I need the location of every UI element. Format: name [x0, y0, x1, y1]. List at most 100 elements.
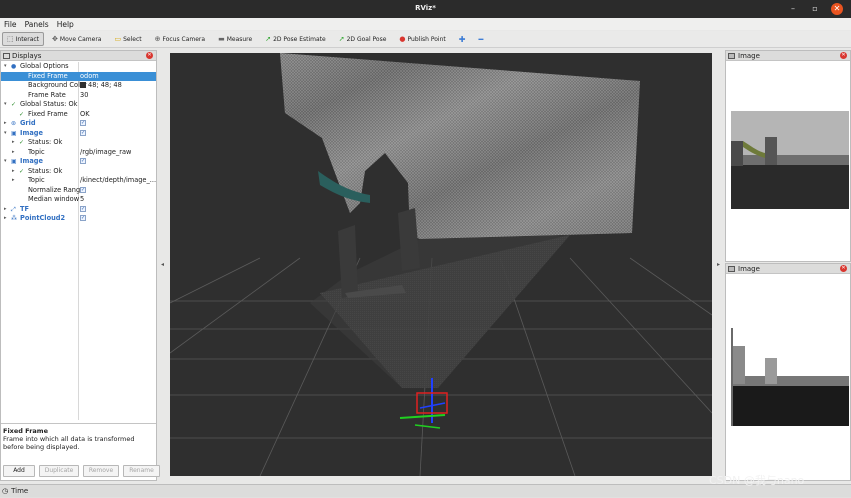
tree-row[interactable]: Background Color 48; 48; 48: [1, 81, 156, 91]
property-name: Image: [20, 157, 43, 165]
image-panel-title: Image: [738, 264, 760, 273]
checkbox[interactable]: ✓: [80, 205, 86, 212]
3d-scene[interactable]: [170, 53, 712, 476]
expand-down-icon[interactable]: ▾: [4, 100, 7, 110]
menu-bar: File Panels Help: [0, 18, 851, 30]
tree-row[interactable]: ▸ ✓ Status: Ok: [1, 138, 156, 148]
remove-tool-icon[interactable]: ━: [473, 32, 488, 46]
property-name: Background Color: [28, 81, 87, 89]
property-name: Global Status: Ok: [20, 100, 78, 108]
displays-tree: ▾ ● Global Options Fixed Frame odom Backgroun…: [1, 62, 156, 420]
status-ok-icon: ✓: [11, 101, 17, 108]
property-value[interactable]: ✓: [80, 119, 86, 129]
rename-button[interactable]: Rename: [123, 465, 160, 477]
description-title: Fixed Frame: [3, 427, 48, 435]
menu-file[interactable]: File: [4, 20, 17, 29]
property-value[interactable]: 5: [80, 195, 84, 205]
property-value[interactable]: 48; 48; 48: [80, 81, 122, 91]
collapse-left-icon[interactable]: ◂: [161, 261, 164, 268]
tree-row[interactable]: ▾ ● Global Options: [1, 62, 156, 72]
duplicate-button[interactable]: Duplicate: [39, 465, 79, 477]
tree-row[interactable]: ▾ ✓ Global Status: Ok: [1, 100, 156, 110]
tree-row[interactable]: ✓ Fixed Frame OK: [1, 110, 156, 120]
tool-label: Select: [123, 35, 142, 43]
tree-row[interactable]: ▸ ⁂ PointCloud2 ✓: [1, 214, 156, 224]
display-type-icon: ▣: [11, 158, 17, 165]
tool-interact[interactable]: ⬚ Interact: [2, 32, 45, 46]
property-name: Grid: [20, 119, 36, 127]
expand-right-icon[interactable]: ▸: [12, 148, 15, 158]
expand-right-icon[interactable]: ▸: [4, 119, 7, 129]
close-icon[interactable]: ✕: [831, 3, 843, 15]
property-name: Normalize Range: [28, 185, 85, 194]
checkbox[interactable]: ✓: [80, 186, 86, 193]
property-value[interactable]: ✓: [80, 205, 86, 215]
checkbox[interactable]: ✓: [80, 215, 86, 221]
tree-row[interactable]: ▸ Topic/rgb/image_raw: [1, 148, 156, 158]
checkbox[interactable]: ✓: [80, 129, 86, 136]
expand-down-icon[interactable]: ▾: [4, 62, 7, 72]
pose-estimate-icon: ➚: [265, 34, 272, 43]
collapse-right-icon[interactable]: ▸: [717, 261, 720, 268]
tree-row[interactable]: Normalize Range ✓: [1, 186, 156, 196]
property-description: Fixed Frame Frame into which all data is…: [1, 423, 156, 463]
property-name: Fixed Frame: [28, 109, 68, 118]
expand-right-icon[interactable]: ▸: [12, 167, 15, 177]
expand-right-icon[interactable]: ▸: [12, 138, 15, 148]
property-value[interactable]: ✓: [80, 186, 86, 196]
tree-row[interactable]: ▾ ▣ Image ✓: [1, 157, 156, 167]
menu-help[interactable]: Help: [57, 20, 74, 29]
display-type-icon: ⁂: [11, 215, 17, 222]
focus-camera-icon: ⊕: [154, 34, 161, 43]
checkbox[interactable]: ✓: [80, 158, 86, 164]
expand-right-icon[interactable]: ▸: [12, 176, 15, 186]
tool-publish-point[interactable]: ● Publish Point: [394, 32, 450, 46]
property-value[interactable]: OK: [80, 110, 90, 120]
remove-button[interactable]: Remove: [83, 465, 119, 477]
tree-row[interactable]: ▸ ✓ Status: Ok: [1, 167, 156, 177]
tree-row[interactable]: ▸ ⤢ TF ✓: [1, 205, 156, 215]
tool-pose-estimate[interactable]: ➚ 2D Pose Estimate: [260, 32, 331, 46]
tool-measure[interactable]: ▬ Measure: [213, 32, 257, 46]
property-value[interactable]: ✓: [80, 129, 86, 139]
property-value[interactable]: odom: [80, 72, 99, 82]
panel-close-icon[interactable]: ✕: [840, 52, 847, 59]
tool-focus-camera[interactable]: ⊕ Focus Camera: [150, 32, 210, 46]
expand-down-icon[interactable]: ▾: [4, 129, 7, 139]
maximize-icon[interactable]: ▫: [809, 3, 821, 15]
tool-move-camera[interactable]: ✥ Move Camera: [47, 32, 106, 46]
panel-close-icon[interactable]: ✕: [146, 52, 153, 59]
property-value-text: /rgb/image_raw: [80, 147, 132, 156]
display-type-icon: ●: [11, 63, 17, 70]
expand-down-icon[interactable]: ▾: [4, 157, 7, 167]
checkbox[interactable]: ✓: [80, 120, 86, 126]
color-swatch[interactable]: [80, 82, 86, 88]
property-value[interactable]: /kinect/depth/image_...: [80, 176, 156, 186]
property-value[interactable]: ✓: [80, 157, 86, 167]
render-view[interactable]: [170, 53, 712, 476]
clock-icon: ◷: [2, 487, 9, 495]
tree-row[interactable]: ▸ ⊛ Grid ✓: [1, 119, 156, 129]
tree-row[interactable]: Frame Rate 30: [1, 91, 156, 101]
tree-row[interactable]: ▾ ▣ Image ✓: [1, 129, 156, 139]
add-button[interactable]: Add: [3, 465, 35, 477]
tool-goal-pose[interactable]: ➚ 2D Goal Pose: [334, 32, 392, 46]
property-name: Fixed Frame: [28, 71, 68, 80]
expand-right-icon[interactable]: ▸: [4, 205, 7, 215]
property-name: Status: Ok: [28, 138, 63, 146]
expand-right-icon[interactable]: ▸: [4, 214, 7, 224]
tree-row[interactable]: ▸ Topic/kinect/depth/image_...: [1, 176, 156, 186]
minimize-icon[interactable]: –: [787, 3, 799, 15]
property-value[interactable]: /rgb/image_raw: [80, 148, 131, 158]
panel-close-icon[interactable]: ✕: [840, 265, 847, 272]
menu-panels[interactable]: Panels: [25, 20, 49, 29]
property-value[interactable]: 30: [80, 91, 88, 101]
tool-select[interactable]: ▭ Select: [109, 32, 146, 46]
add-tool-icon[interactable]: ✚: [454, 32, 471, 46]
tree-row[interactable]: Median window 5: [1, 195, 156, 205]
publish-point-icon: ●: [399, 34, 406, 43]
tree-row[interactable]: Fixed Frame odom: [1, 71, 156, 82]
tool-label: Measure: [226, 35, 253, 43]
property-value[interactable]: ✓: [80, 214, 86, 224]
property-name: Image: [20, 128, 43, 137]
